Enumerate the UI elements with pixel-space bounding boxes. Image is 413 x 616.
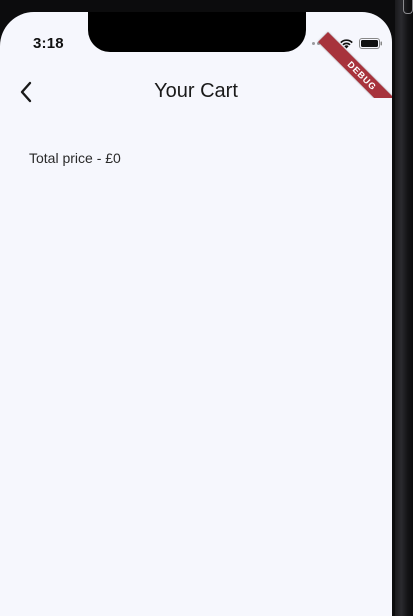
status-time: 3:18 [33, 35, 64, 52]
side-button [403, 0, 413, 14]
battery-icon [359, 37, 382, 49]
total-price-label: Total price - £0 [29, 150, 121, 166]
signal-dots-icon [312, 41, 330, 45]
app-screen: 3:18 DEBUG Your Cart Total price - £0 [0, 12, 392, 616]
navigation-bar: Your Cart [0, 72, 392, 112]
device-edge [395, 0, 413, 616]
device-frame: 3:18 DEBUG Your Cart Total price - £0 [0, 0, 413, 616]
wifi-icon [340, 38, 353, 48]
status-icons [312, 37, 383, 49]
device-notch [88, 12, 306, 52]
page-title: Your Cart [154, 80, 238, 102]
